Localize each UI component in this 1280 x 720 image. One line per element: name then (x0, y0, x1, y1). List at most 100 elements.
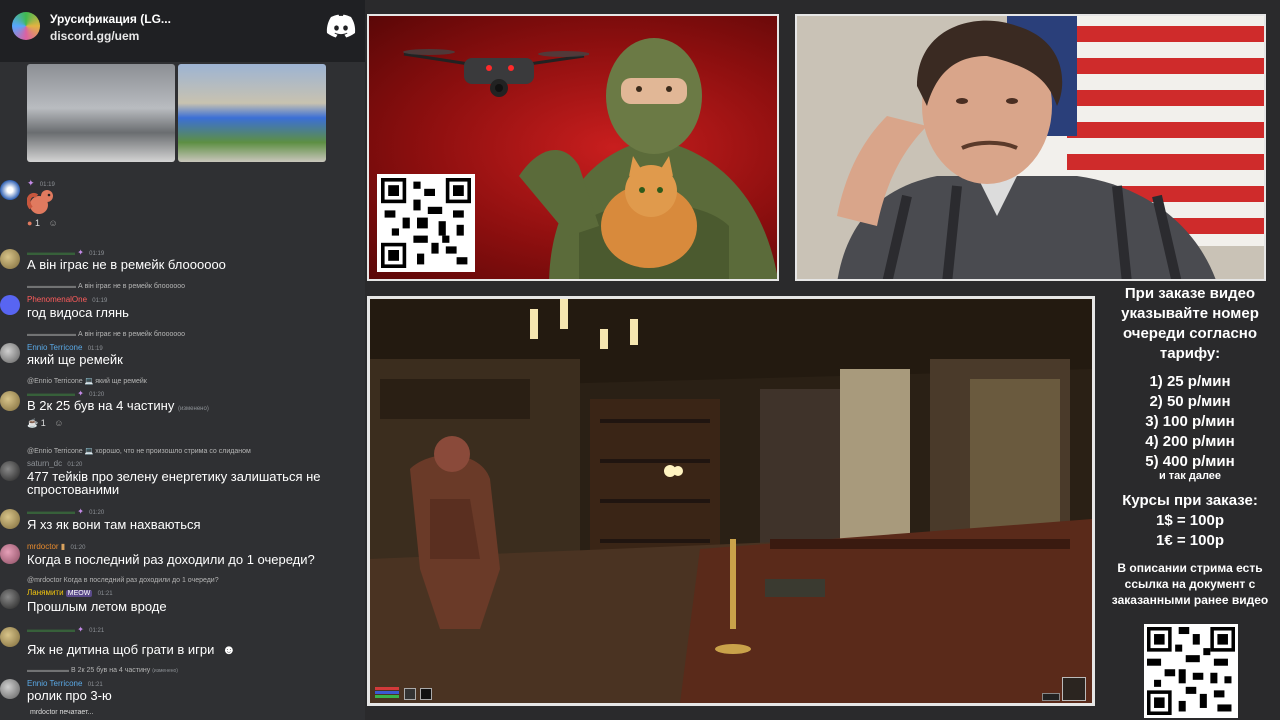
message-text: В 2к 25 був на 4 частину (изменено) (27, 399, 357, 416)
discord-icon (326, 14, 356, 38)
street-photo-attachment[interactable] (27, 64, 175, 162)
message-meta: PhenomenalOne 01:19 (27, 295, 107, 304)
message-time: 01:20 (89, 510, 105, 516)
user-avatar[interactable] (0, 343, 20, 363)
chat-message: @mrdoctor Когда в последний раз доходили… (0, 577, 365, 615)
user-avatar[interactable] (0, 391, 20, 411)
chat-message: ▬▬▬▬▬▬ ✦ 01:20 Я хз як вони там нахвають… (0, 507, 365, 535)
role-icon: ✦ (77, 389, 84, 398)
message-meta: mrdoctor ▮ 01:20 (27, 542, 85, 551)
rates-heading: Курсы при заказе: (1122, 492, 1258, 509)
reply-preview[interactable]: ▬▬▬▬▬▬ В 2к 25 був на 4 частину (изменен… (27, 667, 178, 674)
reaction-emoji-icon: ☕ (27, 418, 39, 428)
minimap[interactable] (1062, 677, 1086, 701)
chat-message: ▬▬▬▬▬▬ В 2к 25 був на 4 частину (изменен… (0, 667, 365, 707)
soldier-illustration (519, 38, 777, 279)
server-name[interactable]: Урусификация (LG... (50, 12, 171, 26)
spell-slot-icon[interactable] (420, 688, 433, 700)
tariff-list: 1) 25 р/мин 2) 50 р/мин 3) 100 р/мин 4) … (1100, 372, 1280, 472)
reply-text: @Ennio Terricone 💻 хорошо, что не произо… (27, 448, 251, 455)
squirrel-emoji-icon: ● (27, 218, 33, 228)
badge-icon: ▮ (60, 542, 66, 551)
username-redacted: ▬▬▬▬▬▬ (27, 389, 75, 398)
reply-text: @Ennio Terricone 💻 який ще ремейк (27, 378, 147, 385)
user-avatar[interactable] (0, 295, 20, 315)
reply-user-redacted: ▬▬▬▬▬▬▬ (27, 331, 76, 338)
chat-message: @Ennio Terricone 💻 який ще ремейк ▬▬▬▬▬▬… (0, 377, 365, 433)
compass-icon (1042, 693, 1060, 701)
message-time: 01:19 (92, 298, 108, 304)
message-meta: Ennio Terricone 01:19 (27, 343, 103, 352)
user-avatar[interactable] (0, 544, 20, 564)
username[interactable]: saturn_dc (27, 459, 62, 468)
meow-badge: MEOW (65, 590, 93, 597)
user-avatar[interactable] (0, 679, 20, 699)
chat-message: ▬▬▬▬▬▬ ✦ 01:21 Яж не дитина щоб грати в … (0, 625, 365, 657)
message-body: Яж не дитина щоб грати в игри (27, 642, 215, 657)
username[interactable]: PhenomenalOne (27, 295, 87, 304)
reply-text: В 2к 25 був на 4 частину (70, 667, 151, 674)
reply-preview[interactable]: ▬▬▬▬▬▬▬ А він іграє не в ремейк блоооооо (27, 331, 185, 338)
user-avatar[interactable] (0, 461, 20, 481)
username[interactable]: Ланямити (27, 588, 64, 597)
username[interactable]: mrdoctor (27, 542, 59, 551)
game-view (367, 296, 1095, 706)
server-invite-link[interactable]: discord.gg/uem (50, 29, 139, 43)
server-icon[interactable] (12, 12, 40, 40)
tariff-more: и так далее (1158, 470, 1222, 482)
weapon-spell-slots (404, 687, 434, 701)
username[interactable]: Ennio Terricone (27, 343, 82, 352)
chat-message: ✦ 01:19 ● 1 ☺ (0, 176, 365, 234)
flags-photo-attachment[interactable] (178, 64, 326, 162)
chat-header: Урусификация (LG... discord.gg/uem (0, 0, 365, 62)
reply-user-redacted: ▬▬▬▬▬▬ (27, 667, 69, 674)
user-avatar[interactable] (0, 509, 20, 529)
reply-preview[interactable]: ▬▬▬▬▬▬▬ А він іграє не в ремейк блоооооо (27, 283, 185, 290)
username[interactable]: Ennio Terricone (27, 679, 82, 688)
reply-user-redacted: ▬▬▬▬▬▬▬ (27, 283, 76, 290)
typing-indicator: mrdoctor печатает... (30, 709, 94, 716)
message-text: 477 тейків про зелену енергетику залишат… (27, 469, 321, 497)
tariff-item: 5) 400 р/мин (1145, 453, 1235, 470)
weapon-slot-icon[interactable] (404, 688, 416, 700)
reply-preview[interactable]: @Ennio Terricone 💻 хорошо, что не произо… (27, 447, 251, 455)
reply-text: А він іграє не в ремейк блоооооо (77, 283, 186, 290)
user-avatar[interactable] (0, 627, 20, 647)
reaction-badge[interactable]: ☕ 1 ☺ (27, 418, 63, 429)
message-text: Я хз як вони там нахваються (27, 517, 201, 532)
user-avatar[interactable] (0, 589, 20, 609)
streamer (837, 20, 1216, 279)
message-text: ролик про 3-ю (27, 688, 112, 703)
reply-preview[interactable]: @mrdoctor Когда в последний раз доходили… (27, 577, 219, 584)
add-reaction-icon[interactable]: ☺ (48, 218, 57, 228)
username-redacted: ▬▬▬▬▬▬ (27, 248, 75, 257)
reaction-count: 1 (34, 218, 40, 228)
document-qr-code[interactable] (1144, 624, 1238, 718)
webcam-feed (795, 14, 1266, 281)
order-info-panel: При заказе видео указывайте номер очеред… (1100, 282, 1280, 720)
message-meta: ▬▬▬▬▬▬ ✦ 01:20 (27, 389, 104, 398)
squirrel-sticker (27, 190, 53, 214)
poster-qr-code[interactable] (377, 174, 475, 272)
role-icon: ✦ (77, 625, 84, 634)
chat-message: ▬▬▬▬▬▬▬ А він іграє не в ремейк блоооооо… (0, 331, 365, 369)
face-emoji-icon: ☻ (222, 642, 236, 657)
reaction-badge[interactable]: ● 1 ☺ (27, 218, 58, 228)
message-time: 01:20 (67, 462, 83, 468)
chat-message: @Ennio Terricone 💻 хорошо, что не произо… (0, 447, 365, 497)
user-avatar[interactable] (0, 180, 20, 200)
message-text: Прошлым летом вроде (27, 599, 167, 614)
game-scene[interactable] (370, 299, 1092, 703)
user-avatar[interactable] (0, 249, 20, 269)
tariff-item: 3) 100 р/мин (1145, 413, 1235, 430)
role-icon: ✦ (77, 248, 84, 257)
chat-message: mrdoctor ▮ 01:20 Когда в последний раз д… (0, 542, 365, 570)
tariff-item: 2) 50 р/мин (1149, 393, 1231, 410)
reply-preview[interactable]: @Ennio Terricone 💻 який ще ремейк (27, 377, 147, 385)
message-text: год видоса глянь (27, 305, 129, 320)
add-reaction-icon[interactable]: ☺ (54, 418, 63, 428)
edited-label: (изменено) (152, 668, 178, 674)
message-text: А він іграє не в ремейк блоооооо (27, 257, 226, 272)
magicka-bar (375, 691, 399, 694)
soldier-cat-poster (367, 14, 779, 281)
